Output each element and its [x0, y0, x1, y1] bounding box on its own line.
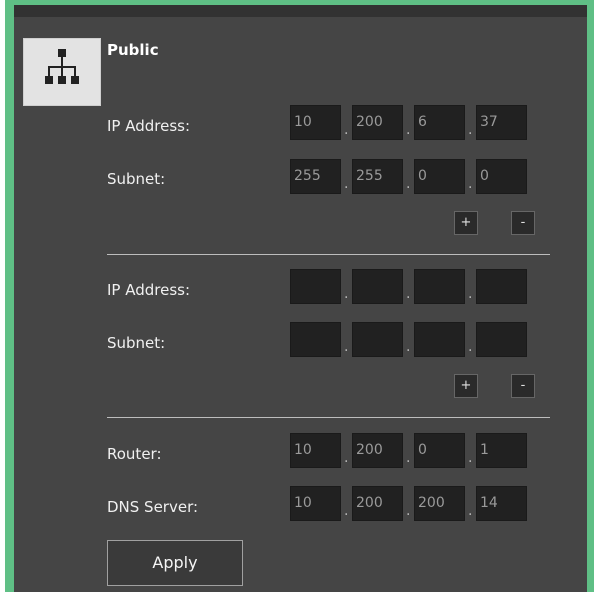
ip-octet-3[interactable] [414, 269, 465, 304]
octet-separator: . [344, 450, 349, 466]
panel-top-strip [14, 5, 587, 17]
router-octet-1[interactable]: 10 [290, 433, 341, 468]
ip-octet-3[interactable]: 6 [414, 105, 465, 140]
subnet-octet-1[interactable] [290, 322, 341, 357]
octet-separator: . [468, 286, 473, 302]
octet-separator: . [468, 122, 473, 138]
remove-interface-button[interactable]: - [511, 374, 535, 398]
subnet-label: Subnet: [107, 334, 166, 352]
octet-separator: . [344, 286, 349, 302]
dns-octet-1[interactable]: 10 [290, 486, 341, 521]
octet-separator: . [344, 122, 349, 138]
network-icon-tile [23, 38, 101, 106]
add-interface-button[interactable]: + [454, 374, 478, 398]
network-icon [45, 49, 79, 84]
ip-octet-4[interactable]: 37 [476, 105, 527, 140]
subnet-octet-3[interactable] [414, 322, 465, 357]
octet-separator: . [406, 286, 411, 302]
subnet-octet-4[interactable]: 0 [476, 159, 527, 194]
router-octet-2[interactable]: 200 [352, 433, 403, 468]
section-divider [107, 254, 550, 255]
subnet-octet-1[interactable]: 255 [290, 159, 341, 194]
router-label: Router: [107, 445, 162, 463]
section-title: Public [107, 41, 159, 59]
ip-octet-1[interactable] [290, 269, 341, 304]
router-octet-4[interactable]: 1 [476, 433, 527, 468]
add-interface-button[interactable]: + [454, 211, 478, 235]
network-settings-panel: Public IP Address: 10 . 200 . 6 . 37 Sub… [14, 5, 587, 592]
dns-server-label: DNS Server: [107, 498, 199, 516]
ip-octet-4[interactable] [476, 269, 527, 304]
dns-octet-2[interactable]: 200 [352, 486, 403, 521]
ip-octet-1[interactable]: 10 [290, 105, 341, 140]
frame-border-right [587, 4, 594, 592]
subnet-octet-4[interactable] [476, 322, 527, 357]
octet-separator: . [468, 503, 473, 519]
octet-separator: . [344, 503, 349, 519]
remove-interface-button[interactable]: - [511, 211, 535, 235]
octet-separator: . [406, 339, 411, 355]
octet-separator: . [468, 339, 473, 355]
subnet-octet-2[interactable]: 255 [352, 159, 403, 194]
ip-octet-2[interactable] [352, 269, 403, 304]
subnet-octet-3[interactable]: 0 [414, 159, 465, 194]
dns-octet-3[interactable]: 200 [414, 486, 465, 521]
subnet-label: Subnet: [107, 170, 166, 188]
octet-separator: . [344, 176, 349, 192]
octet-separator: . [406, 122, 411, 138]
octet-separator: . [406, 176, 411, 192]
section-divider [107, 417, 550, 418]
router-octet-3[interactable]: 0 [414, 433, 465, 468]
octet-separator: . [406, 503, 411, 519]
octet-separator: . [406, 450, 411, 466]
ip-octet-2[interactable]: 200 [352, 105, 403, 140]
subnet-octet-2[interactable] [352, 322, 403, 357]
app-frame: Public IP Address: 10 . 200 . 6 . 37 Sub… [0, 0, 599, 592]
octet-separator: . [468, 450, 473, 466]
apply-button[interactable]: Apply [107, 540, 243, 586]
octet-separator: . [344, 339, 349, 355]
octet-separator: . [468, 176, 473, 192]
ip-address-label: IP Address: [107, 281, 191, 299]
ip-address-label: IP Address: [107, 117, 191, 135]
dns-octet-4[interactable]: 14 [476, 486, 527, 521]
frame-border-left [5, 4, 14, 592]
